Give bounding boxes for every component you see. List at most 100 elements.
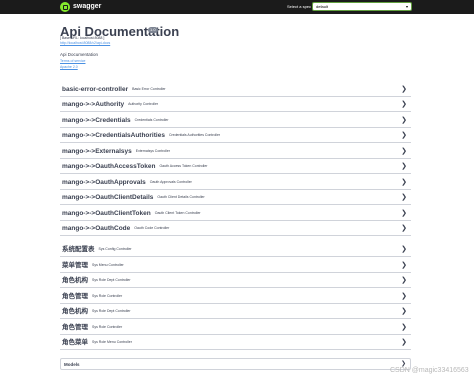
tag-description: Externalsys Controller xyxy=(135,149,170,153)
chevron-right-icon: ❯ xyxy=(401,163,407,170)
tag-row[interactable]: 角色菜单 Sys Role Menu Controller ❯ xyxy=(60,335,411,350)
tag-name: mango->->Externalsys xyxy=(62,148,132,156)
spec-select-label: Select a spec xyxy=(287,4,312,9)
tag-row[interactable]: basic-error-controller Basic Error Contro… xyxy=(60,82,411,97)
tag-description: Authority Controller xyxy=(128,102,159,106)
chevron-right-icon: ❯ xyxy=(401,210,407,217)
tag-description: Credentials Authorities Controller xyxy=(168,133,221,137)
chevron-right-icon: ❯ xyxy=(401,324,407,331)
tag-description: Sys Menu Controller xyxy=(92,263,124,267)
tag-header: 角色菜单 Sys Role Menu Controller xyxy=(62,338,132,347)
logo-text: swagger xyxy=(73,3,102,10)
tag-row[interactable]: mango->->OauthClientDetails Oauth Client … xyxy=(60,190,411,205)
tag-description: Oauth Client Details Controller xyxy=(157,195,205,199)
topbar: swagger Select a spec default ▾ xyxy=(0,0,474,14)
tag-header: 角色管理 Sys Role Controller xyxy=(62,292,122,301)
tag-description: Oauth Client Token Controller xyxy=(154,211,201,215)
chevron-right-icon: ❯ xyxy=(401,225,407,232)
tag-header: mango->->Credentials Credentials Controll… xyxy=(62,116,169,125)
tag-row[interactable]: 角色机构 Sys Role Dept Controller ❯ xyxy=(60,304,411,319)
tag-name: 角色管理 xyxy=(62,293,88,301)
tag-description: Oauth Code Controller xyxy=(134,226,170,230)
watermark: CSDN @magic33416563 xyxy=(390,367,469,374)
tag-name: mango->->OauthClientToken xyxy=(62,210,151,218)
tag-description: Credentials Controller xyxy=(134,118,169,122)
tag-header: 菜单管理 Sys Menu Controller xyxy=(62,261,124,270)
tag-row[interactable]: 系统配置表 Sys Config Controller ❯ xyxy=(60,242,411,257)
tag-row[interactable]: mango->->Externalsys Externalsys Controll… xyxy=(60,144,411,159)
api-description: Api Documentation xyxy=(60,52,99,57)
tag-header: mango->->CredentialsAuthorities Credentia… xyxy=(62,131,220,140)
tag-header: mango->->OauthAccessToken Oauth Access To… xyxy=(62,162,207,171)
chevron-right-icon: ❯ xyxy=(401,117,407,124)
tag-row[interactable]: mango->->OauthAccessToken Oauth Access To… xyxy=(60,159,411,174)
models-label: Models xyxy=(64,362,80,367)
terms-of-service-link[interactable]: Terms of service xyxy=(60,59,85,64)
tag-header: 角色管理 Sys Role Controller xyxy=(62,323,122,332)
tag-name: 角色机构 xyxy=(62,277,88,285)
tag-row[interactable]: mango->->Credentials Credentials Controll… xyxy=(60,113,411,128)
tag-header: mango->->OauthApprovals Oauth Approvals C… xyxy=(62,178,192,187)
chevron-right-icon: ❯ xyxy=(401,132,407,139)
tag-description: Sys Config Controller xyxy=(98,247,132,251)
tag-name: mango->->CredentialsAuthorities xyxy=(62,132,165,140)
tag-header: mango->->OauthClientDetails Oauth Client … xyxy=(62,193,205,202)
tag-description: Sys Role Dept Controller xyxy=(92,278,131,282)
tag-name: 角色菜单 xyxy=(62,339,88,347)
swagger-logo[interactable]: swagger xyxy=(60,2,101,12)
tag-description: Basic Error Controller xyxy=(132,87,166,91)
chevron-right-icon: ❯ xyxy=(401,194,407,201)
spec-url-link[interactable]: http://localhost:8088/v2/api-docs xyxy=(60,41,110,46)
tag-name: mango->->OauthClientDetails xyxy=(62,194,154,202)
version-badge: 1.0 xyxy=(148,27,158,33)
tag-row[interactable]: 角色机构 Sys Role Dept Controller ❯ xyxy=(60,273,411,288)
tag-description: Oauth Access Token Controller xyxy=(159,164,208,168)
tag-name: mango->->OauthCode xyxy=(62,225,131,233)
chevron-right-icon: ❯ xyxy=(401,246,407,253)
tag-name: mango->->OauthApprovals xyxy=(62,179,146,187)
swagger-logo-icon xyxy=(60,2,70,12)
tag-row[interactable]: 角色管理 Sys Role Controller ❯ xyxy=(60,320,411,335)
spec-select-value: default xyxy=(316,4,329,9)
tag-header: 角色机构 Sys Role Dept Controller xyxy=(62,276,131,285)
chevron-right-icon: ❯ xyxy=(401,293,407,300)
tag-header: mango->->OauthClientToken Oauth Client To… xyxy=(62,209,201,218)
tag-row[interactable]: mango->->OauthClientToken Oauth Client To… xyxy=(60,206,411,221)
tag-row[interactable]: mango->->OauthApprovals Oauth Approvals C… xyxy=(60,175,411,190)
tag-name: mango->->Credentials xyxy=(62,117,131,125)
tag-row[interactable]: mango->->CredentialsAuthorities Credentia… xyxy=(60,128,411,143)
tag-name: mango->->Authority xyxy=(62,101,125,109)
tag-header: mango->->Authority Authority Controller xyxy=(62,100,158,109)
chevron-right-icon: ❯ xyxy=(401,101,407,108)
tag-description: Sys Role Dept Controller xyxy=(92,309,131,313)
tag-description: Sys Role Controller xyxy=(92,325,123,329)
tag-row[interactable]: mango->->OauthCode Oauth Code Controller ❯ xyxy=(60,221,411,236)
tag-name: 系统配置表 xyxy=(62,246,95,254)
tag-row[interactable]: 角色管理 Sys Role Controller ❯ xyxy=(60,289,411,304)
chevron-right-icon: ❯ xyxy=(401,308,407,315)
spec-select[interactable]: default ▾ xyxy=(312,2,412,11)
tag-name: 角色管理 xyxy=(62,324,88,332)
tag-header: mango->->Externalsys Externalsys Controll… xyxy=(62,147,170,156)
tag-header: basic-error-controller Basic Error Contro… xyxy=(62,85,166,94)
tag-description: Sys Role Controller xyxy=(92,294,123,298)
tag-header: mango->->OauthCode Oauth Code Controller xyxy=(62,224,169,233)
chevron-right-icon: ❯ xyxy=(401,148,407,155)
chevron-right-icon: ❯ xyxy=(401,179,407,186)
tag-header: 角色机构 Sys Role Dept Controller xyxy=(62,307,131,316)
tag-description: Oauth Approvals Controller xyxy=(149,180,192,184)
chevron-right-icon: ❯ xyxy=(401,339,407,346)
tag-name: mango->->OauthAccessToken xyxy=(62,163,156,171)
tag-header: 系统配置表 Sys Config Controller xyxy=(62,245,132,254)
tag-row[interactable]: 菜单管理 Sys Menu Controller ❯ xyxy=(60,258,411,273)
chevron-down-icon: ▾ xyxy=(405,4,408,9)
models-section[interactable]: Models ❯ xyxy=(60,358,411,370)
tag-name: 菜单管理 xyxy=(62,262,88,270)
tag-row[interactable]: mango->->Authority Authority Controller ❯ xyxy=(60,97,411,112)
chevron-right-icon: ❯ xyxy=(401,262,407,269)
license-link[interactable]: Apache 2.0 xyxy=(60,65,78,70)
chevron-right-icon: ❯ xyxy=(401,86,407,93)
chevron-right-icon: ❯ xyxy=(401,277,407,284)
tag-name: 角色机构 xyxy=(62,308,88,316)
tag-name: basic-error-controller xyxy=(62,86,129,94)
